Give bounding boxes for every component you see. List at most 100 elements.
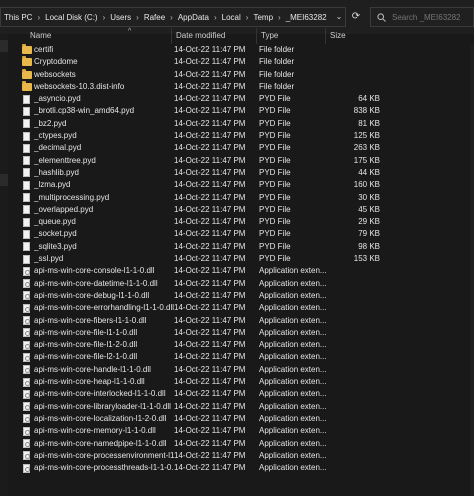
chevron-right-icon[interactable]: › <box>244 13 251 22</box>
file-row[interactable]: _ctypes.pyd 14-Oct-22 11:47 PM PYD File 125… <box>8 130 474 142</box>
file-size: 45 KB <box>358 204 380 214</box>
column-header-size[interactable]: Size <box>325 28 377 44</box>
file-row[interactable]: api-ms-win-core-memory-l1-1-0.dll 14-Oct-… <box>8 425 474 437</box>
refresh-icon[interactable]: ⟳ <box>348 7 364 27</box>
breadcrumb-local-disk[interactable]: Local Disk (C:) <box>42 13 100 22</box>
file-type: Application exten... <box>259 340 327 350</box>
chevron-right-icon[interactable]: › <box>35 13 42 22</box>
dll-file-icon-glyph <box>23 414 30 424</box>
address-history-chevron-down-icon[interactable]: ⌄ <box>334 11 344 23</box>
file-date-modified: 14-Oct-22 11:47 PM <box>174 377 246 387</box>
file-date-modified: 14-Oct-22 11:47 PM <box>174 241 246 251</box>
file-row[interactable]: api-ms-win-core-file-l2-1-0.dll 14-Oct-22… <box>8 351 474 363</box>
folder-icon <box>22 80 32 93</box>
nav-pane-item[interactable] <box>0 174 8 186</box>
breadcrumb-users[interactable]: Users <box>107 13 134 22</box>
file-row[interactable]: api-ms-win-core-errorhandling-l1-1-0.dll… <box>8 302 474 314</box>
dll-file-icon-glyph <box>23 340 30 350</box>
chevron-right-icon[interactable]: › <box>134 13 141 22</box>
folder-icon <box>22 44 32 56</box>
chevron-right-icon[interactable]: › <box>168 13 175 22</box>
file-row[interactable]: _brotli.cp38-win_amd64.pyd 14-Oct-22 11:4… <box>8 105 474 117</box>
file-type: PYD File <box>259 118 291 128</box>
file-date-modified: 14-Oct-22 11:47 PM <box>174 143 246 153</box>
file-row[interactable]: api-ms-win-core-file-l1-1-0.dll 14-Oct-22… <box>8 327 474 339</box>
file-row[interactable]: api-ms-win-core-file-l1-2-0.dll 14-Oct-22… <box>8 339 474 351</box>
file-row[interactable]: api-ms-win-core-debug-l1-1-0.dll 14-Oct-2… <box>8 290 474 302</box>
file-row[interactable]: websockets-10.3.dist-info 14-Oct-22 11:47… <box>8 80 474 93</box>
file-row[interactable]: _multiprocessing.pyd 14-Oct-22 11:47 PM PY… <box>8 192 474 204</box>
breadcrumb-appdata[interactable]: AppData <box>175 13 212 22</box>
file-date-modified: 14-Oct-22 11:47 PM <box>174 290 246 300</box>
file-name: _lzma.pyd <box>34 180 71 190</box>
file-row[interactable]: certifi 14-Oct-22 11:47 PM File folder <box>8 44 474 56</box>
file-row[interactable]: api-ms-win-core-handle-l1-1-0.dll 14-Oct-… <box>8 364 474 376</box>
navigation-pane[interactable] <box>0 34 8 496</box>
search-input[interactable] <box>392 12 472 22</box>
column-header-type[interactable]: Type <box>256 28 328 44</box>
file-row[interactable]: api-ms-win-core-processthreads-l1-1-0...… <box>8 462 474 474</box>
file-type: Application exten... <box>259 290 327 300</box>
file-row[interactable]: api-ms-win-core-processenvironment-l1...… <box>8 450 474 462</box>
file-row[interactable]: api-ms-win-core-namedpipe-l1-1-0.dll 14-O… <box>8 438 474 450</box>
file-row[interactable]: _overlapped.pyd 14-Oct-22 11:47 PM PYD Fil… <box>8 204 474 216</box>
breadcrumb-temp[interactable]: Temp <box>250 13 276 22</box>
file-row[interactable]: api-ms-win-core-fibers-l1-1-0.dll 14-Oct-… <box>8 315 474 327</box>
file-row[interactable]: api-ms-win-core-console-l1-1-0.dll 14-Oct… <box>8 265 474 277</box>
file-date-modified: 14-Oct-22 11:47 PM <box>174 315 246 325</box>
file-row[interactable]: _hashlib.pyd 14-Oct-22 11:47 PM PYD File 44… <box>8 167 474 179</box>
vertical-scrollbar[interactable] <box>470 44 474 496</box>
file-icon-glyph <box>23 143 30 153</box>
file-row[interactable]: _elementtree.pyd 14-Oct-22 11:47 PM PYD Fi… <box>8 155 474 167</box>
file-row[interactable]: api-ms-win-core-heap-l1-1-0.dll 14-Oct-22… <box>8 376 474 388</box>
chevron-right-icon[interactable]: › <box>276 13 283 22</box>
dll-file-icon <box>22 339 32 351</box>
breadcrumb-local[interactable]: Local <box>219 13 244 22</box>
nav-pane-item[interactable] <box>0 40 8 52</box>
dll-file-icon-glyph <box>23 439 30 448</box>
file-row[interactable]: api-ms-win-core-interlocked-l1-1-0.dll 14… <box>8 388 474 400</box>
file-name: _asyncio.pyd <box>34 94 81 104</box>
file-type: PYD File <box>259 155 291 165</box>
file-row[interactable]: _ssl.pyd 14-Oct-22 11:47 PM PYD File 153 KB <box>8 253 474 265</box>
breadcrumb-this-pc[interactable]: This PC <box>1 13 35 22</box>
breadcrumb-current-folder[interactable]: _MEI63282 <box>283 13 330 22</box>
file-date-modified: 14-Oct-22 11:47 PM <box>174 438 246 448</box>
file-size: 160 KB <box>353 180 380 190</box>
dll-file-icon-glyph <box>23 303 30 313</box>
file-icon-glyph <box>23 168 30 178</box>
column-header-date[interactable]: Date modified <box>171 28 259 44</box>
folder-icon-glyph <box>22 68 32 79</box>
dll-file-icon-glyph <box>23 426 30 436</box>
file-name: _ctypes.pyd <box>34 131 77 141</box>
file-type: Application exten... <box>259 278 327 288</box>
file-row[interactable]: api-ms-win-core-localization-l1-2-0.dll 1… <box>8 413 474 425</box>
file-name: _socket.pyd <box>34 229 77 239</box>
file-row[interactable]: _decimal.pyd 14-Oct-22 11:47 PM PYD File 26… <box>8 142 474 154</box>
file-icon <box>22 130 32 142</box>
file-row[interactable]: api-ms-win-core-datetime-l1-1-0.dll 14-Oc… <box>8 278 474 290</box>
file-name: api-ms-win-core-memory-l1-1-0.dll <box>34 426 156 436</box>
file-date-modified: 14-Oct-22 11:47 PM <box>174 167 246 177</box>
file-name: certifi <box>34 45 54 54</box>
file-row[interactable]: _queue.pyd 14-Oct-22 11:47 PM PYD File 29 K… <box>8 216 474 228</box>
file-row[interactable]: api-ms-win-core-libraryloader-l1-1-0.dll… <box>8 401 474 413</box>
file-type: PYD File <box>259 204 291 214</box>
file-date-modified: 14-Oct-22 11:47 PM <box>174 352 246 362</box>
column-header-name[interactable]: Name <box>26 28 174 44</box>
search-box[interactable] <box>370 7 474 27</box>
file-row[interactable]: Cryptodome 14-Oct-22 11:47 PM File folder <box>8 56 474 68</box>
breadcrumb[interactable]: This PC › Local Disk (C:) › Users › Rafe… <box>0 7 346 27</box>
file-row[interactable]: _lzma.pyd 14-Oct-22 11:47 PM PYD File 160 K… <box>8 179 474 191</box>
file-row[interactable]: _socket.pyd 14-Oct-22 11:47 PM PYD File 79 … <box>8 228 474 240</box>
dll-file-icon <box>22 278 32 290</box>
file-type: PYD File <box>259 192 291 202</box>
file-row[interactable]: _asyncio.pyd 14-Oct-22 11:47 PM PYD File 64… <box>8 93 474 105</box>
file-row[interactable]: _bz2.pyd 14-Oct-22 11:47 PM PYD File 81 KB <box>8 118 474 130</box>
file-row[interactable]: _sqlite3.pyd 14-Oct-22 11:47 PM PYD File 98… <box>8 241 474 253</box>
file-row[interactable]: websockets 14-Oct-22 11:47 PM File folder <box>8 68 474 81</box>
chevron-right-icon[interactable]: › <box>101 13 108 22</box>
file-name: api-ms-win-core-file-l1-1-0.dll <box>34 327 138 337</box>
breadcrumb-user[interactable]: Rafee <box>141 13 168 22</box>
chevron-right-icon[interactable]: › <box>212 13 219 22</box>
